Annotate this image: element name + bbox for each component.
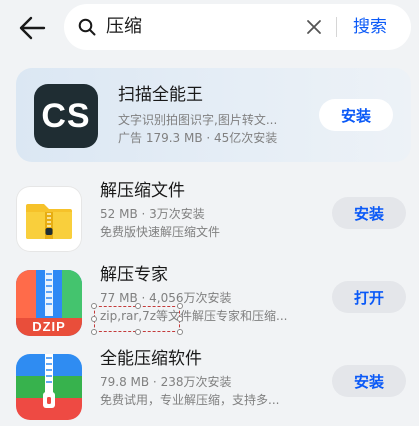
search-icon — [78, 18, 96, 36]
folder-zip-icon — [26, 204, 72, 239]
search-input[interactable]: 压缩 — [106, 15, 142, 39]
camscanner-app-icon: CS — [34, 84, 98, 148]
app-title: 扫描全能王 — [118, 85, 203, 105]
search-divider — [336, 17, 337, 37]
top-bar: 压缩 搜索 — [0, 0, 419, 56]
app-description: 文字识别拍图识字,图片转文... — [118, 113, 278, 127]
app-title: 解压缩文件 — [100, 181, 185, 201]
close-icon[interactable] — [304, 17, 324, 37]
search-button[interactable]: 搜索 — [353, 15, 387, 39]
folder-app-icon — [16, 186, 82, 252]
list-item[interactable]: 解压缩文件 52 MB · 3万次安装 免费版快速解压缩文件 安装 — [0, 178, 419, 262]
app-icon-text: CS — [41, 96, 91, 135]
ad-card[interactable]: CS 扫描全能王 文字识别拍图识字,图片转文... 广告 179.3 MB · … — [16, 68, 411, 162]
search-bar[interactable]: 压缩 搜索 — [64, 4, 411, 50]
install-button[interactable]: 安装 — [319, 99, 393, 131]
app-meta: 52 MB · 3万次安装 — [100, 207, 205, 221]
app-icon-text: DZIP — [32, 319, 66, 334]
app-meta: 广告 179.3 MB · 45亿次安装 — [118, 131, 278, 145]
arrow-left-icon — [19, 16, 46, 40]
list-item[interactable]: DZIP 解压专家 77 MB · 4,056万次安装 zip,rar,7z等文… — [0, 262, 419, 346]
install-button[interactable]: 安装 — [332, 365, 406, 397]
app-title: 解压专家 — [100, 265, 168, 285]
back-button[interactable] — [14, 10, 50, 46]
zip-archive-icon — [16, 354, 82, 420]
app-meta: 79.8 MB · 238万次安装 — [100, 375, 232, 389]
app-title: 全能压缩软件 — [100, 349, 202, 369]
install-button[interactable]: 安装 — [332, 197, 406, 229]
app-description: zip,rar,7z等文件解压专家和压缩... — [100, 309, 288, 323]
app-description: 免费试用，专业解压缩，支持多... — [100, 393, 280, 407]
list-item[interactable]: 全能压缩软件 79.8 MB · 238万次安装 免费试用，专业解压缩，支持多.… — [0, 346, 419, 426]
app-description: 免费版快速解压缩文件 — [100, 225, 221, 239]
open-button[interactable]: 打开 — [332, 281, 406, 313]
app-meta: 77 MB · 4,056万次安装 — [100, 291, 232, 305]
zip-master-app-icon — [16, 354, 82, 420]
dzip-app-icon: DZIP — [16, 270, 82, 336]
